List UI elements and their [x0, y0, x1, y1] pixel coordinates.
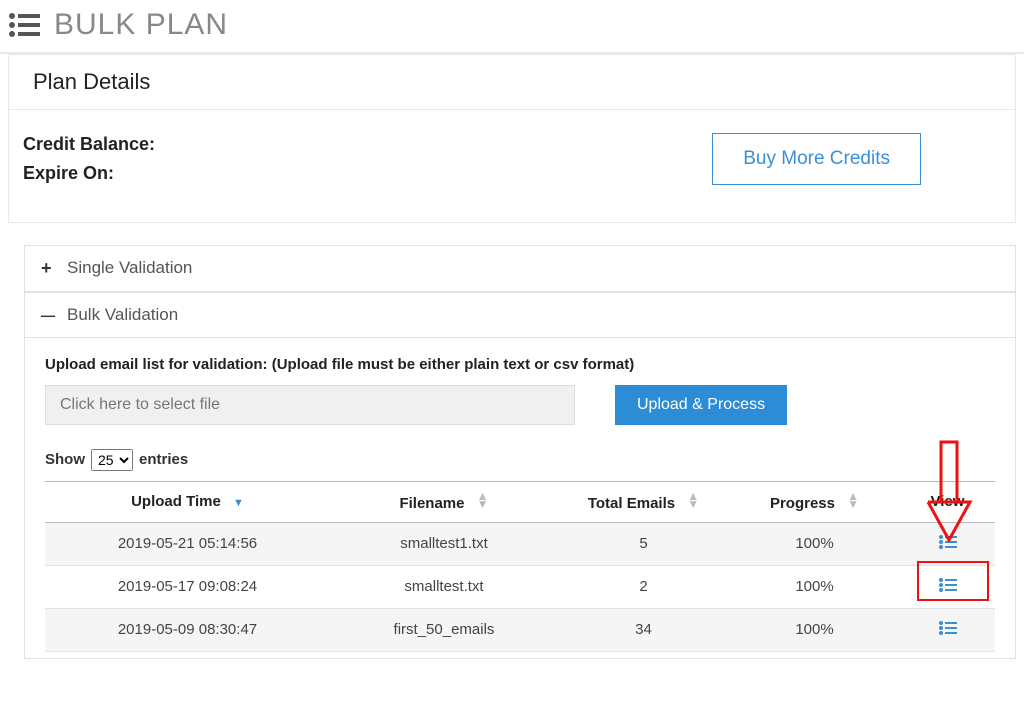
- upload-process-button[interactable]: Upload & Process: [615, 385, 787, 425]
- credit-balance-label: Credit Balance:: [23, 130, 155, 159]
- cell-filename: smalltest.txt: [330, 565, 558, 608]
- sort-desc-icon: ▼: [233, 499, 244, 507]
- cell-upload-time: 2019-05-21 05:14:56: [45, 522, 330, 565]
- cell-upload-time: 2019-05-17 09:08:24: [45, 565, 330, 608]
- col-view: View: [900, 481, 995, 522]
- plan-details-panel: Plan Details Credit Balance: Expire On: …: [8, 54, 1016, 223]
- table-row: 2019-05-17 09:08:24smalltest.txt2100%: [45, 565, 995, 608]
- cell-filename: first_50_emails: [330, 608, 558, 651]
- validation-accordion: + Single Validation — Bulk Validation Up…: [24, 245, 1016, 659]
- expire-on-label: Expire On:: [23, 159, 155, 188]
- upload-instruction-label: Upload email list for validation: (Uploa…: [45, 356, 995, 373]
- sort-icon: ▲▼: [847, 492, 859, 508]
- menu-list-icon: [8, 12, 40, 38]
- entries-length-control: Show 25 entries: [45, 449, 995, 471]
- minus-icon: —: [41, 307, 57, 323]
- col-filename[interactable]: Filename ▲▼: [330, 481, 558, 522]
- cell-progress: 100%: [729, 522, 900, 565]
- entries-select[interactable]: 25: [91, 449, 133, 471]
- cell-total-emails: 34: [558, 608, 729, 651]
- sort-icon: ▲▼: [477, 492, 489, 508]
- buy-more-credits-button[interactable]: Buy More Credits: [712, 133, 921, 185]
- page-title: BULK PLAN: [54, 8, 228, 42]
- cell-total-emails: 5: [558, 522, 729, 565]
- cell-filename: smalltest1.txt: [330, 522, 558, 565]
- single-validation-toggle[interactable]: + Single Validation: [25, 246, 1015, 292]
- annotation-highlight-box: [917, 561, 989, 601]
- sort-icon: ▲▼: [687, 492, 699, 508]
- single-validation-label: Single Validation: [67, 258, 192, 278]
- plus-icon: +: [41, 258, 57, 279]
- table-row: 2019-05-09 08:30:47first_50_emails34100%: [45, 608, 995, 651]
- cell-progress: 100%: [729, 565, 900, 608]
- bulk-validation-toggle[interactable]: — Bulk Validation: [25, 292, 1015, 338]
- plan-balance-block: Credit Balance: Expire On:: [23, 130, 155, 188]
- bulk-validation-content: Upload email list for validation: (Uploa…: [25, 338, 1015, 658]
- table-row: 2019-05-21 05:14:56smalltest1.txt5100%: [45, 522, 995, 565]
- file-select-input[interactable]: Click here to select file: [45, 385, 575, 425]
- col-total-emails[interactable]: Total Emails ▲▼: [558, 481, 729, 522]
- cell-progress: 100%: [729, 608, 900, 651]
- page-header: BULK PLAN: [0, 0, 1024, 54]
- show-label-suffix: entries: [139, 451, 188, 468]
- cell-total-emails: 2: [558, 565, 729, 608]
- col-upload-time[interactable]: Upload Time ▼: [45, 481, 330, 522]
- show-label-prefix: Show: [45, 451, 85, 468]
- view-list-icon[interactable]: [939, 535, 957, 553]
- uploads-table: Upload Time ▼ Filename ▲▼ Total Emails ▲…: [45, 481, 995, 652]
- view-list-icon[interactable]: [939, 621, 957, 639]
- bulk-validation-label: Bulk Validation: [67, 305, 178, 325]
- col-progress[interactable]: Progress ▲▼: [729, 481, 900, 522]
- plan-details-title: Plan Details: [9, 55, 1015, 110]
- cell-upload-time: 2019-05-09 08:30:47: [45, 608, 330, 651]
